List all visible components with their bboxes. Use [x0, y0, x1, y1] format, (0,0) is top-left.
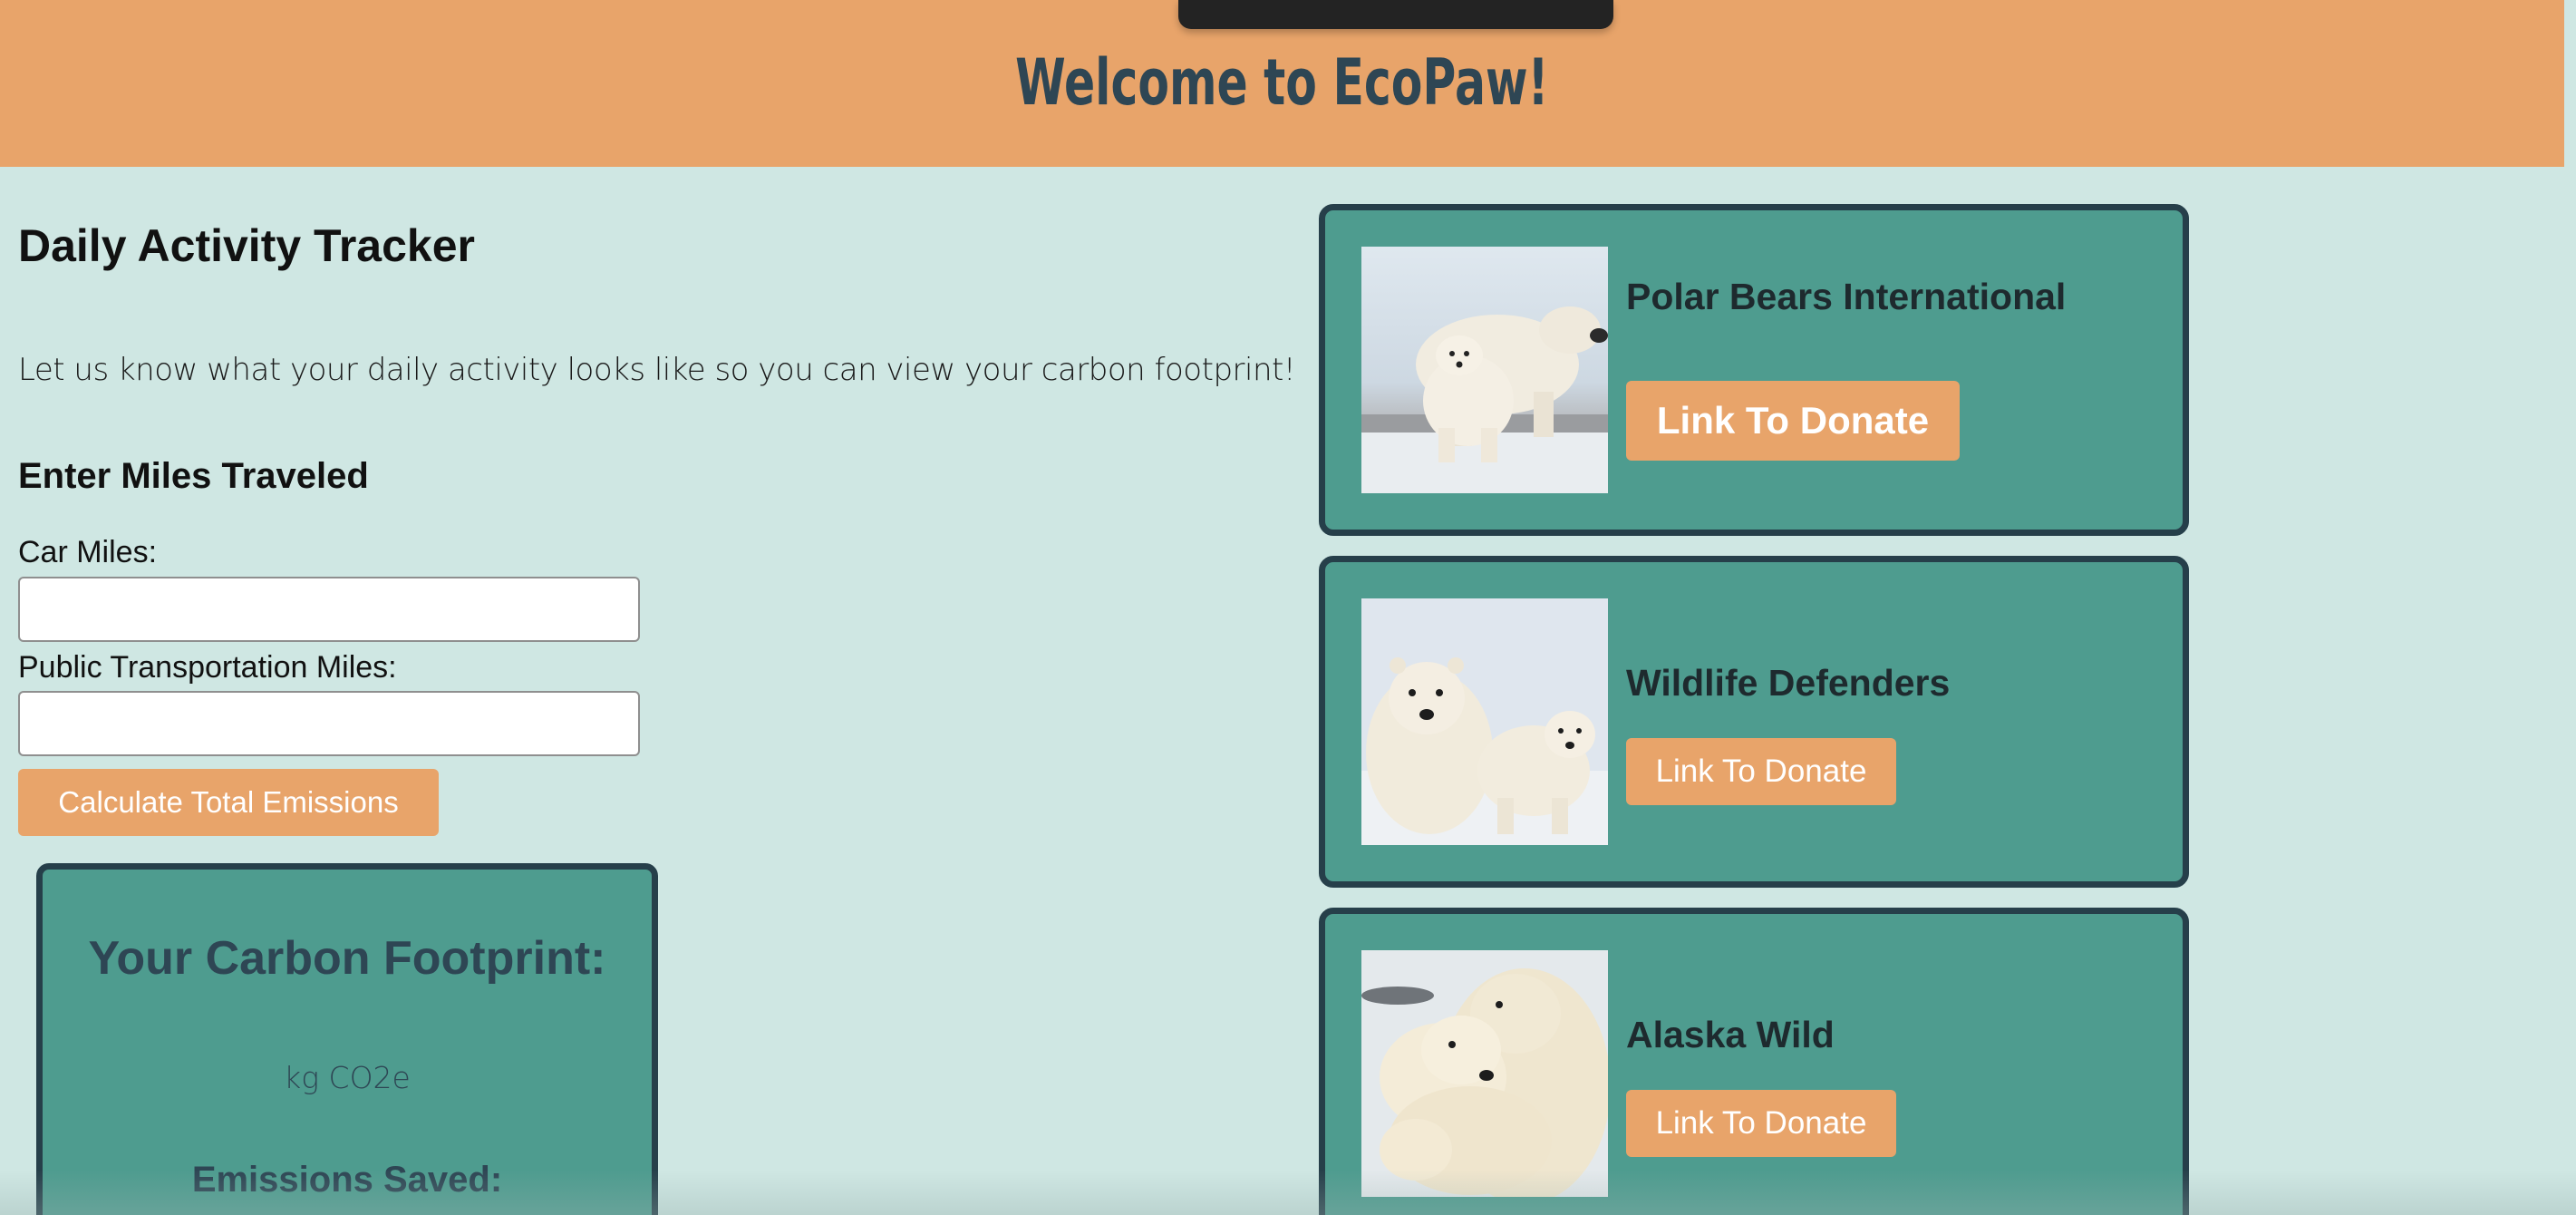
donation-card-polar-bears-international: Polar Bears International Link To Donate [1319, 204, 2189, 536]
emissions-saved-title: Emissions Saved: [191, 1160, 503, 1200]
calculate-emissions-button[interactable]: Calculate Total Emissions [18, 769, 439, 836]
polar-bear-photo [1361, 598, 1608, 845]
page: Welcome to EcoPaw! Daily Activity Tracke… [0, 0, 2576, 1215]
footprint-unit-label: kg CO2e [284, 1060, 411, 1095]
donation-card-alaska-wild: Alaska Wild Link To Donate [1319, 908, 2189, 1215]
footprint-unit: kg CO2e [43, 1060, 652, 1095]
polar-bear-mother-cub-image [1361, 247, 1608, 493]
site-title: Welcome to EcoPaw! [1015, 45, 1549, 120]
transit-miles-label: Public Transportation Miles: [18, 650, 397, 685]
donate-link-alaska-wild[interactable]: Link To Donate [1626, 1090, 1896, 1157]
polar-bear-photo [1361, 950, 1608, 1197]
tracker-title: Daily Activity Tracker [18, 220, 475, 271]
org-name-alaska-wild: Alaska Wild [1626, 1014, 1835, 1055]
tracker-description: Let us know what your daily activity loo… [18, 352, 1295, 388]
donate-link-polar-bears-international[interactable]: Link To Donate [1626, 381, 1960, 461]
polar-bear-photo [1361, 247, 1608, 493]
org-name-polar-bears-international: Polar Bears International [1626, 276, 2067, 317]
site-header: Welcome to EcoPaw! [0, 0, 2564, 167]
donation-card-wildlife-defenders: Wildlife Defenders Link To Donate [1319, 556, 2189, 888]
carbon-footprint-card: Your Carbon Footprint: kg CO2e Emissions… [36, 863, 658, 1215]
car-miles-input[interactable] [18, 577, 640, 642]
footprint-title: Your Carbon Footprint: [88, 932, 606, 985]
org-name-wildlife-defenders: Wildlife Defenders [1626, 662, 1951, 704]
transit-miles-input[interactable] [18, 691, 640, 756]
header-tab [1178, 0, 1613, 29]
polar-bears-walking-image [1361, 598, 1608, 845]
polar-bears-hugging-image [1361, 950, 1608, 1197]
donate-link-wildlife-defenders[interactable]: Link To Donate [1626, 738, 1896, 805]
miles-heading: Enter Miles Traveled [18, 456, 369, 496]
car-miles-label: Car Miles: [18, 535, 158, 569]
